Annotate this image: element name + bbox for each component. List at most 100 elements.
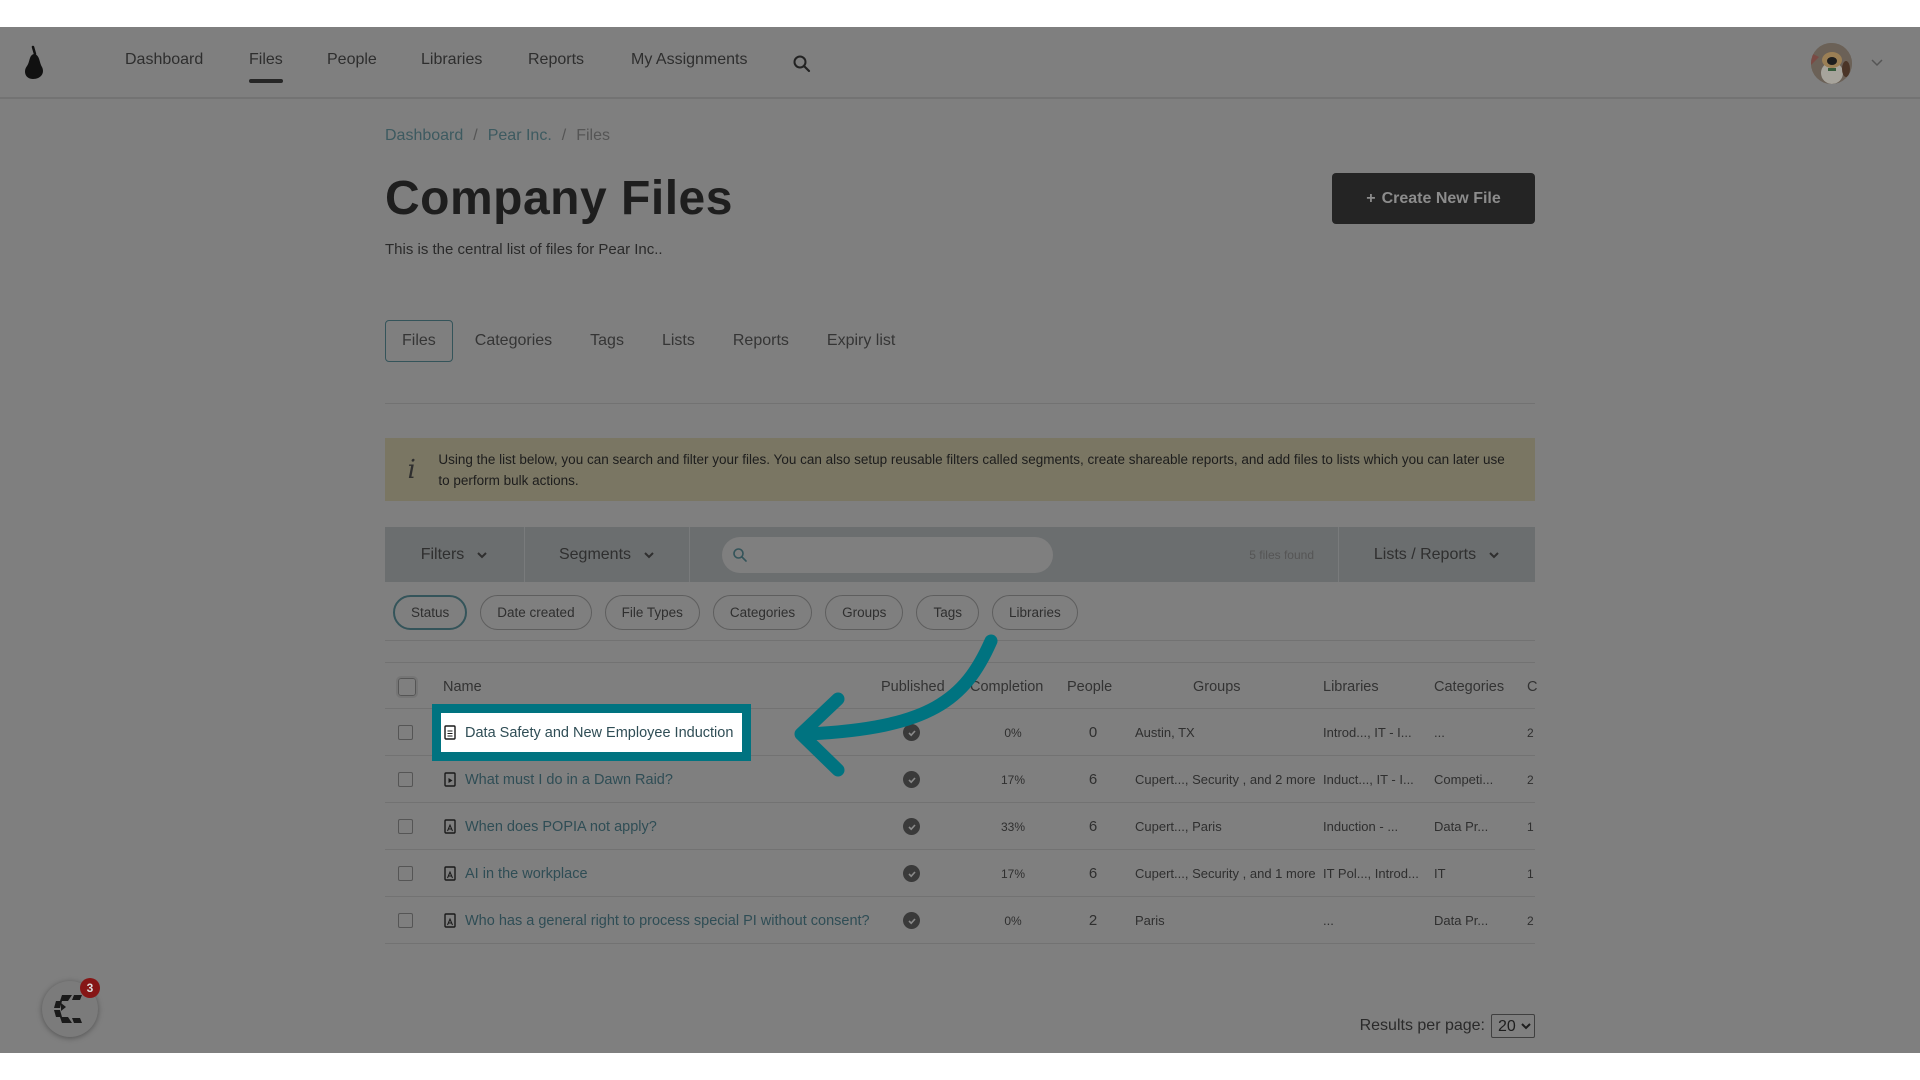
table-body: Data Safety and New Employee Induction 0… xyxy=(385,704,1535,944)
nav-my-assignments[interactable]: My Assignments xyxy=(631,51,747,69)
nav-files[interactable]: Files xyxy=(249,51,283,83)
chip-date-created[interactable]: Date created xyxy=(480,595,592,630)
pear-logo-icon[interactable] xyxy=(20,45,48,81)
name-cell: When does POPIA not apply? xyxy=(443,803,657,850)
col-categories[interactable]: Categories xyxy=(1434,663,1504,710)
chip-libraries[interactable]: Libraries xyxy=(991,595,1078,630)
groups-cell: Austin, TX xyxy=(1135,725,1195,740)
avatar-dog-image xyxy=(1811,43,1852,84)
file-name[interactable]: AI in the workplace xyxy=(465,866,588,882)
chips-divider xyxy=(385,640,1535,641)
col-extra[interactable]: C xyxy=(1527,663,1537,710)
select-all-cell xyxy=(396,663,418,710)
categories-cell: Data Pr... xyxy=(1434,913,1489,928)
completion-cell: 0% xyxy=(1004,725,1022,740)
file-name-link[interactable]: AI in the workplace xyxy=(443,866,588,882)
table-row[interactable]: What must I do in a Dawn Raid? 17% 6 Cup… xyxy=(385,756,1535,803)
col-people[interactable]: People xyxy=(1067,663,1112,710)
breadcrumb-dashboard[interactable]: Dashboard xyxy=(385,127,463,144)
tab-categories[interactable]: Categories xyxy=(459,320,568,362)
file-name-link[interactable]: What must I do in a Dawn Raid? xyxy=(443,772,673,788)
nav-libraries[interactable]: Libraries xyxy=(421,51,482,69)
table-row[interactable]: AI in the workplace 17% 6 Cupert..., Sec… xyxy=(385,850,1535,897)
row-checkbox[interactable] xyxy=(398,866,413,881)
file-name[interactable]: Who has a general right to process speci… xyxy=(465,913,870,929)
col-groups[interactable]: Groups xyxy=(1193,663,1241,710)
create-new-file-label: Create New File xyxy=(1381,189,1501,207)
row-checkbox[interactable] xyxy=(398,913,413,928)
file-name[interactable]: Data Safety and New Employee Induction xyxy=(465,725,733,741)
tab-reports[interactable]: Reports xyxy=(717,320,805,362)
search-box xyxy=(722,536,1053,573)
col-libraries[interactable]: Libraries xyxy=(1323,663,1379,710)
list-toolbar: Filters Segments 5 files found Lists / R… xyxy=(385,527,1535,582)
table-header: Name Published Completion People Groups … xyxy=(385,662,1537,710)
extra-cell: 2 xyxy=(1527,772,1534,787)
groups-cell: Cupert..., Security , and 1 more xyxy=(1135,866,1316,881)
col-name[interactable]: Name xyxy=(443,663,482,710)
completion-cell: 17% xyxy=(1000,866,1026,881)
row-select-cell xyxy=(398,803,413,850)
breadcrumb-files: Files xyxy=(576,127,610,144)
breadcrumb-pear-inc[interactable]: Pear Inc. xyxy=(488,127,552,144)
chip-status[interactable]: Status xyxy=(393,595,468,630)
tab-lists[interactable]: Lists xyxy=(646,320,711,362)
create-new-file-button[interactable]: + Create New File xyxy=(1332,173,1535,224)
nav-people[interactable]: People xyxy=(327,51,377,69)
table-row[interactable]: Data Safety and New Employee Induction 0… xyxy=(385,704,1535,761)
breadcrumb-separator: / xyxy=(561,127,567,144)
filters-dropdown[interactable]: Filters xyxy=(385,527,525,582)
pdf-file-icon xyxy=(444,913,456,928)
tab-tags[interactable]: Tags xyxy=(574,320,640,362)
chevron-down-icon xyxy=(477,551,487,558)
file-name-link[interactable]: Who has a general right to process speci… xyxy=(443,913,870,929)
search-icon[interactable] xyxy=(792,54,812,74)
table-row[interactable]: Who has a general right to process speci… xyxy=(385,897,1535,944)
segments-dropdown[interactable]: Segments xyxy=(525,527,690,582)
completion-cell: 33% xyxy=(1000,819,1026,834)
name-cell: AI in the workplace xyxy=(443,850,588,897)
file-name[interactable]: When does POPIA not apply? xyxy=(465,819,657,835)
published-cell xyxy=(903,850,920,897)
file-name[interactable]: What must I do in a Dawn Raid? xyxy=(465,772,673,788)
file-name-link[interactable]: Data Safety and New Employee Induction xyxy=(443,725,733,741)
categories-cell: Competi... xyxy=(1434,772,1494,787)
published-check-icon xyxy=(903,912,920,929)
chip-file-types[interactable]: File Types xyxy=(604,595,700,630)
chip-categories[interactable]: Categories xyxy=(712,595,813,630)
row-checkbox[interactable] xyxy=(398,772,413,787)
select-all-checkbox[interactable] xyxy=(396,675,418,698)
row-checkbox[interactable] xyxy=(398,819,413,834)
nav-reports[interactable]: Reports xyxy=(528,51,584,69)
table-row[interactable]: When does POPIA not apply? 33% 6 Cupert.… xyxy=(385,803,1535,850)
col-completion[interactable]: Completion xyxy=(970,663,1043,710)
chip-tags[interactable]: Tags xyxy=(916,595,979,630)
col-published[interactable]: Published xyxy=(881,663,945,710)
row-select-cell xyxy=(398,897,413,944)
user-avatar[interactable] xyxy=(1811,43,1852,84)
breadcrumb: Dashboard / Pear Inc. / Files xyxy=(385,127,610,145)
breadcrumb-separator: / xyxy=(473,127,478,144)
notification-badge: 3 xyxy=(80,978,100,998)
people-cell: 2 xyxy=(1088,912,1098,929)
published-check-icon xyxy=(903,818,920,835)
video-file-icon xyxy=(444,772,456,787)
tab-files[interactable]: Files xyxy=(385,320,453,362)
tab-expiry-list[interactable]: Expiry list xyxy=(811,320,911,362)
chip-groups[interactable]: Groups xyxy=(825,595,904,630)
categories-cell: IT xyxy=(1434,866,1446,881)
highlighted-file-box: Data Safety and New Employee Induction xyxy=(432,704,751,761)
nav-dashboard[interactable]: Dashboard xyxy=(125,51,203,69)
app-page: Dashboard Files People Libraries Reports… xyxy=(0,27,1920,1053)
page-subtitle: This is the central list of files for Pe… xyxy=(385,241,663,258)
row-checkbox[interactable] xyxy=(398,725,413,740)
results-per-page-select[interactable]: 20 xyxy=(1491,1014,1535,1038)
chevron-down-icon[interactable] xyxy=(1870,55,1884,69)
file-search-input[interactable] xyxy=(756,539,1053,570)
files-tabs: Files Categories Tags Lists Reports Expi… xyxy=(385,320,917,362)
categories-cell: Data Pr... xyxy=(1434,819,1489,834)
extra-cell: 1 xyxy=(1527,866,1534,881)
page-title: Company Files xyxy=(385,172,733,225)
file-name-link[interactable]: When does POPIA not apply? xyxy=(443,819,657,835)
lists-reports-dropdown[interactable]: Lists / Reports xyxy=(1339,527,1535,582)
